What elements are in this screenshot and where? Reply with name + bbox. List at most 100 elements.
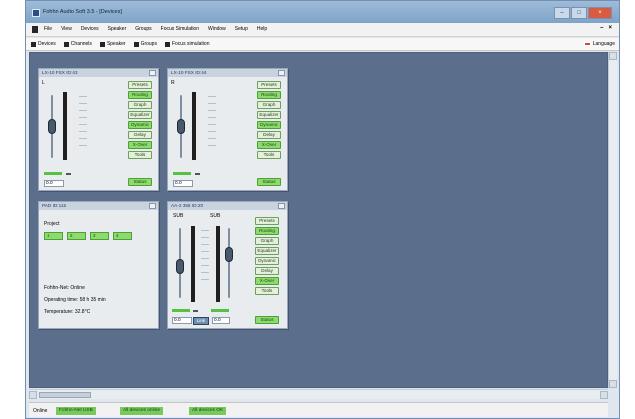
x-over-button[interactable]: X-Over bbox=[257, 141, 281, 149]
channels-toolbar-button[interactable]: Channels bbox=[63, 41, 92, 47]
devices-toolbar-button[interactable]: Devices bbox=[31, 41, 56, 47]
tools-button[interactable]: Tools bbox=[128, 151, 152, 159]
dynamic-button[interactable]: Dynamic bbox=[257, 121, 281, 129]
channel-label: L bbox=[42, 80, 45, 86]
panel-title: LX-10 FSX ID:44 bbox=[168, 69, 287, 77]
level-value[interactable]: 0.0 bbox=[173, 180, 193, 187]
routing-button[interactable]: Routing bbox=[128, 91, 152, 99]
groups-icon bbox=[133, 41, 139, 47]
menu-groups[interactable]: Groups bbox=[135, 26, 151, 32]
left-level-value[interactable]: 0.0 bbox=[172, 317, 192, 324]
project-button-3[interactable]: 3 bbox=[90, 232, 109, 240]
status-button[interactable]: Status bbox=[257, 178, 281, 186]
focus-simulation-toolbar-button[interactable]: Focus simulation bbox=[164, 41, 209, 47]
horizontal-scrollbar[interactable] bbox=[29, 389, 608, 399]
device-panel-pad-115: PAD ID:115 Project 1 2 3 4 Fohhn-Net: On… bbox=[38, 201, 159, 329]
horizontal-scroll-thumb[interactable] bbox=[39, 392, 91, 398]
toolbar-items: Devices Channels Speaker Groups Focus si… bbox=[31, 41, 209, 47]
status-button[interactable]: Status bbox=[128, 178, 152, 186]
left-mute-indicator bbox=[193, 310, 198, 312]
minimize-button[interactable]: – bbox=[554, 7, 570, 19]
graph-button[interactable]: Graph bbox=[128, 101, 152, 109]
panel-close-button[interactable] bbox=[149, 70, 156, 76]
project-buttons: 1 2 3 4 bbox=[44, 232, 132, 240]
panel-close-button[interactable] bbox=[149, 203, 156, 209]
right-signal-indicator bbox=[211, 309, 229, 312]
device-panel-lx10-43: LX-10 FSX ID:43 L 0.0 Presets Routing Gr… bbox=[38, 68, 159, 191]
menu-setup[interactable]: Setup bbox=[235, 26, 248, 32]
vertical-scrollbar[interactable] bbox=[608, 52, 617, 388]
mdi-minimize-button[interactable]: – bbox=[600, 25, 603, 31]
devices-ok-status: All devices OK bbox=[189, 407, 227, 415]
x-over-button[interactable]: X-Over bbox=[255, 277, 279, 285]
scroll-right-button[interactable] bbox=[600, 391, 608, 399]
presets-button[interactable]: Presets bbox=[257, 81, 281, 89]
menu-speaker[interactable]: Speaker bbox=[108, 26, 127, 32]
window-title: Fohhn Audio Soft 3.5 - [Devices] bbox=[43, 9, 122, 15]
panel-close-button[interactable] bbox=[278, 70, 285, 76]
channels-icon bbox=[63, 41, 69, 47]
mdi-close-button[interactable]: × bbox=[608, 25, 612, 31]
main-menu: File View Devices Speaker Groups Focus S… bbox=[44, 26, 267, 32]
device-panel-aa2-20: AA-2 355 ID:20 SUB SUB 0.0 Link 0.0 Pres… bbox=[167, 201, 288, 329]
link-button[interactable]: Link bbox=[193, 317, 209, 325]
tools-button[interactable]: Tools bbox=[255, 287, 279, 295]
project-button-4[interactable]: 4 bbox=[113, 232, 132, 240]
groups-toolbar-button[interactable]: Groups bbox=[133, 41, 157, 47]
menu-view[interactable]: View bbox=[61, 26, 72, 32]
panel-close-button[interactable] bbox=[278, 203, 285, 209]
delay-button[interactable]: Delay bbox=[128, 131, 152, 139]
title-bar[interactable]: Fohhn Audio Soft 3.5 - [Devices] – □ × bbox=[26, 1, 619, 23]
menu-help[interactable]: Help bbox=[257, 26, 267, 32]
scroll-up-button[interactable] bbox=[609, 52, 617, 60]
delay-button[interactable]: Delay bbox=[257, 131, 281, 139]
graph-button[interactable]: Graph bbox=[257, 101, 281, 109]
equalizer-button[interactable]: Equalizer bbox=[255, 247, 279, 255]
menu-devices[interactable]: Devices bbox=[81, 26, 99, 32]
project-button-1[interactable]: 1 bbox=[44, 232, 63, 240]
menu-focus-simulation[interactable]: Focus Simulation bbox=[161, 26, 199, 32]
right-level-value[interactable]: 0.0 bbox=[212, 317, 230, 324]
sub-channel-label-right: SUB bbox=[210, 213, 221, 219]
dynamic-button[interactable]: Dynamic bbox=[128, 121, 152, 129]
level-value[interactable]: 0.0 bbox=[44, 180, 64, 187]
close-button[interactable]: × bbox=[588, 7, 612, 19]
status-button[interactable]: Status bbox=[255, 316, 279, 324]
speaker-toolbar-button[interactable]: Speaker bbox=[99, 41, 126, 47]
tools-button[interactable]: Tools bbox=[257, 151, 281, 159]
routing-button[interactable]: Routing bbox=[255, 227, 279, 235]
level-meter bbox=[63, 92, 67, 160]
language-button[interactable]: Language bbox=[583, 41, 615, 47]
menu-window[interactable]: Window bbox=[208, 26, 226, 32]
online-label: Online bbox=[33, 408, 48, 414]
equalizer-button[interactable]: Equalizer bbox=[257, 111, 281, 119]
mute-indicator bbox=[66, 173, 71, 175]
routing-button[interactable]: Routing bbox=[257, 91, 281, 99]
left-signal-indicator bbox=[172, 309, 190, 312]
volume-fader-knob[interactable] bbox=[177, 119, 185, 134]
right-volume-fader-knob[interactable] bbox=[225, 247, 233, 262]
x-over-button[interactable]: X-Over bbox=[128, 141, 152, 149]
left-volume-fader-knob[interactable] bbox=[176, 259, 184, 274]
fohhn-net-status: Fohhn-Net: Online bbox=[44, 285, 85, 291]
maximize-button[interactable]: □ bbox=[571, 7, 587, 19]
devices-icon bbox=[31, 41, 36, 47]
delay-button[interactable]: Delay bbox=[255, 267, 279, 275]
scroll-down-button[interactable] bbox=[609, 380, 617, 388]
presets-button[interactable]: Presets bbox=[255, 217, 279, 225]
right-volume-fader-track[interactable] bbox=[228, 228, 230, 298]
flag-icon bbox=[583, 42, 591, 46]
panel-title: PAD ID:115 bbox=[39, 202, 158, 210]
temperature: Temperature: 32.8°C bbox=[44, 309, 91, 315]
device-workspace[interactable]: LX-10 FSX ID:43 L 0.0 Presets Routing Gr… bbox=[29, 52, 608, 388]
graph-button[interactable]: Graph bbox=[255, 237, 279, 245]
equalizer-button[interactable]: Equalizer bbox=[128, 111, 152, 119]
menu-file[interactable]: File bbox=[44, 26, 52, 32]
mute-indicator bbox=[195, 173, 200, 175]
dynamic-button[interactable]: Dynamic bbox=[255, 257, 279, 265]
project-label: Project bbox=[44, 221, 60, 227]
project-button-2[interactable]: 2 bbox=[67, 232, 86, 240]
presets-button[interactable]: Presets bbox=[128, 81, 152, 89]
volume-fader-knob[interactable] bbox=[48, 119, 56, 134]
scroll-left-button[interactable] bbox=[29, 391, 37, 399]
